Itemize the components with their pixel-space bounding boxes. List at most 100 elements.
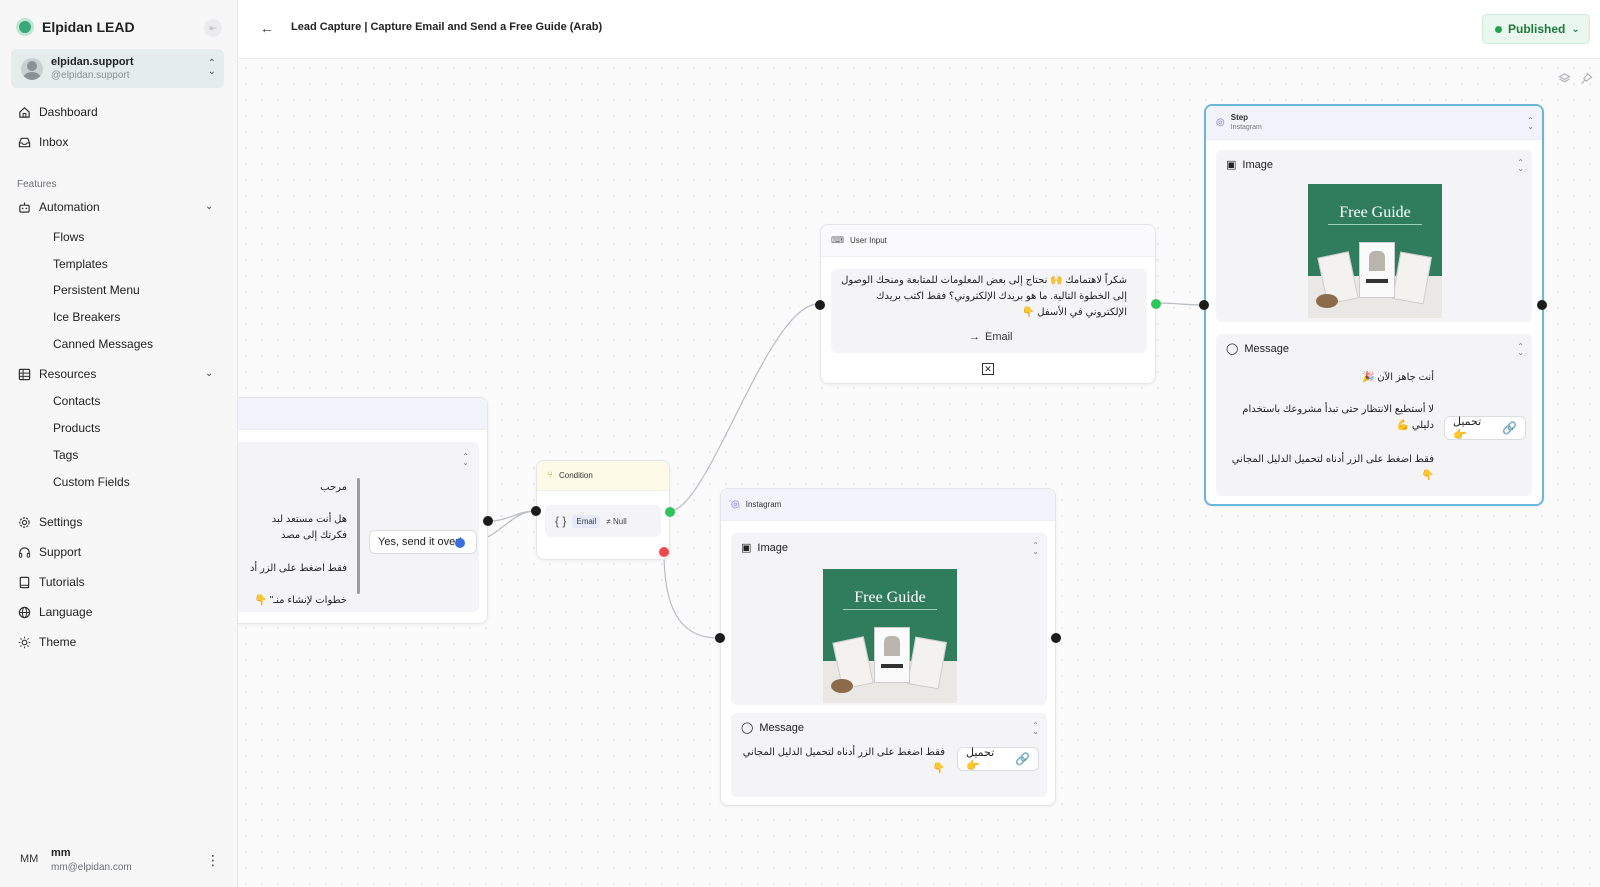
- nav-sub-tags[interactable]: Tags: [53, 448, 78, 462]
- nav-language[interactable]: Language: [18, 602, 92, 622]
- nav-settings[interactable]: Settings: [18, 512, 82, 532]
- nav-sub-canned-messages[interactable]: Canned Messages: [53, 337, 153, 351]
- condition-operator: ≠ Null: [606, 516, 627, 526]
- instagram-title: Instagram: [745, 500, 782, 509]
- flow-canvas[interactable]: ⌃ ⌄ مرحب هل أنت مستعد لبد فكرتك إلى مصد ف…: [238, 60, 1600, 887]
- account-avatar: [21, 57, 43, 80]
- nav-theme-label: Theme: [39, 635, 77, 649]
- chevron-up-down-icon[interactable]: ⌃ ⌄: [1032, 542, 1039, 556]
- user-name: mm: [51, 847, 71, 859]
- email-input-label: Email: [985, 331, 1013, 343]
- edge-condition-to-userinput: [669, 303, 819, 512]
- welcome-line-5: خطوات لإنشاء منـ" 👇: [254, 595, 347, 606]
- step-input-handle[interactable]: [1199, 300, 1209, 310]
- publish-status-button[interactable]: Published ⌄: [1482, 14, 1590, 44]
- nav-resources[interactable]: Resources: [18, 364, 96, 384]
- chevron-down-icon: ⌄: [1571, 23, 1580, 35]
- welcome-output-handle[interactable]: [483, 516, 493, 526]
- chevron-up-down-icon[interactable]: ⌃ ⌄: [1527, 117, 1534, 131]
- nav-support[interactable]: Support: [18, 542, 81, 562]
- nav-inbox[interactable]: Inbox: [18, 132, 68, 152]
- account-switcher[interactable]: elpidan.support @elpidan.support ⌃ ⌄: [11, 49, 224, 88]
- chevron-up-down-icon[interactable]: ⌃ ⌄: [1517, 343, 1524, 357]
- sidebar-collapse-icon[interactable]: ⇤: [204, 19, 222, 37]
- nav-sub-contacts[interactable]: Contacts: [53, 394, 100, 408]
- instagram-message-header: ◯ Message: [741, 721, 804, 735]
- nav-theme[interactable]: Theme: [18, 632, 76, 652]
- welcome-line-3: فكرتك إلى مصد: [280, 530, 347, 541]
- nav-inbox-label: Inbox: [39, 135, 69, 149]
- close-box-icon[interactable]: ✕: [982, 363, 994, 375]
- sun-icon: [18, 636, 31, 649]
- nav-sub-ice-breakers[interactable]: Ice Breakers: [53, 310, 120, 324]
- node-condition[interactable]: ⑂ Condition { } Email ≠ Null: [531, 460, 675, 560]
- step-image-label: Image: [1242, 158, 1273, 171]
- instagram-icon: ◎: [731, 499, 740, 510]
- layers-icon[interactable]: [1558, 72, 1571, 88]
- condition-rule[interactable]: { } Email ≠ Null: [545, 505, 661, 537]
- instagram-image-label: Image: [757, 541, 788, 554]
- status-dot-icon: [1495, 25, 1502, 33]
- nav-dashboard-label: Dashboard: [39, 105, 98, 119]
- nav-sub-products[interactable]: Products: [53, 421, 100, 435]
- nav-sub-custom-fields[interactable]: Custom Fields: [53, 475, 130, 489]
- free-guide-title: Free Guide: [854, 589, 926, 606]
- message-scrollbar[interactable]: [357, 478, 360, 594]
- step-message-line-2: لا أستطيع الانتظار حتى تبدأ مشروعك باستخ…: [1242, 404, 1434, 431]
- globe-icon: [18, 606, 31, 619]
- node-welcome-message[interactable]: ⌃ ⌄ مرحب هل أنت مستعد لبد فكرتك إلى مصد ف…: [238, 397, 493, 624]
- step-header: ◎ Step Instagram: [1206, 106, 1542, 140]
- instagram-icon: ◎: [1216, 117, 1225, 128]
- condition-input-handle[interactable]: [531, 506, 541, 516]
- condition-false-handle[interactable]: [659, 547, 669, 557]
- instagram-output-handle[interactable]: [1051, 633, 1061, 643]
- pin-icon[interactable]: [1580, 72, 1593, 88]
- free-guide-title: Free Guide: [1339, 204, 1411, 221]
- automation-chevron-down-icon[interactable]: ⌄: [205, 201, 213, 212]
- nav-support-label: Support: [39, 545, 82, 559]
- node-instagram[interactable]: ◎ Instagram ▣ Image ⌃⌄ Free Guide ◯ Mes: [715, 488, 1061, 806]
- nav-section-features: Features: [17, 179, 57, 190]
- chevron-up-down-icon[interactable]: ⌃ ⌄: [462, 453, 469, 467]
- node-welcome-header: [238, 398, 487, 430]
- download-button[interactable]: تحميل 👉 🔗: [957, 747, 1039, 772]
- step-message-label: Message: [1244, 342, 1289, 355]
- user-input-output-handle[interactable]: [1151, 299, 1161, 309]
- node-step-instagram[interactable]: ◎ Step Instagram ⌃ ⌄ ▣ Image ⌃ ⌄ Free Guid…: [1199, 104, 1547, 506]
- node-user-input[interactable]: ⌨ User Input شكراً لاهتمامك 🙌 نحتاج إلى …: [815, 224, 1161, 384]
- nav-tutorials-label: Tutorials: [39, 575, 85, 589]
- nav-sub-persistent-menu[interactable]: Persistent Menu: [53, 283, 140, 297]
- step-message-line-1: أنت جاهز الآن 🎉: [1361, 372, 1434, 383]
- step-output-handle[interactable]: [1537, 300, 1547, 310]
- edge-userinput-to-step: [1155, 302, 1205, 306]
- nav-dashboard[interactable]: Dashboard: [18, 102, 98, 122]
- home-icon: [18, 106, 31, 119]
- email-input-reply[interactable]: → Email: [969, 331, 1013, 343]
- chevron-up-down-icon[interactable]: ⌃ ⌄: [1517, 159, 1524, 173]
- instagram-input-handle[interactable]: [715, 633, 725, 643]
- condition-header: ⑂ Condition: [537, 461, 669, 491]
- resources-chevron-down-icon[interactable]: ⌄: [205, 368, 213, 379]
- button-output-handle[interactable]: [455, 538, 465, 548]
- nav-sub-flows[interactable]: Flows: [53, 230, 84, 244]
- step-message-card: ◯ Message ⌃ ⌄ أنت جاهز الآن 🎉 لا أستطيع ا…: [1216, 334, 1532, 496]
- free-guide-image: Free Guide: [823, 569, 957, 703]
- welcome-line-2: هل أنت مستعد لبد: [271, 514, 347, 525]
- instagram-message-label: Message: [759, 721, 804, 734]
- user-input-input-handle[interactable]: [815, 300, 825, 310]
- back-arrow-icon[interactable]: ←: [260, 20, 274, 36]
- nav-tutorials[interactable]: Tutorials: [18, 572, 85, 592]
- condition-true-handle[interactable]: [665, 507, 675, 517]
- user-input-title: User Input: [850, 236, 887, 245]
- user-profile[interactable]: MM mm mm@elpidan.com ⋮: [20, 840, 225, 873]
- download-button[interactable]: تحميل 👉 🔗: [1444, 416, 1526, 441]
- nav-sub-templates[interactable]: Templates: [53, 257, 108, 271]
- instagram-message-text: فقط اضغط على الزر أدناه لتحميل الدليل ال…: [742, 747, 945, 774]
- nav-language-label: Language: [39, 605, 93, 619]
- nav-automation[interactable]: Automation: [18, 197, 100, 217]
- message-bubble-icon: ◯: [741, 722, 754, 734]
- brand[interactable]: Elpidan LEAD: [16, 16, 135, 38]
- gear-icon: [18, 516, 31, 529]
- more-vertical-icon[interactable]: ⋮: [206, 852, 220, 869]
- chevron-up-down-icon[interactable]: ⌃ ⌄: [1032, 722, 1039, 736]
